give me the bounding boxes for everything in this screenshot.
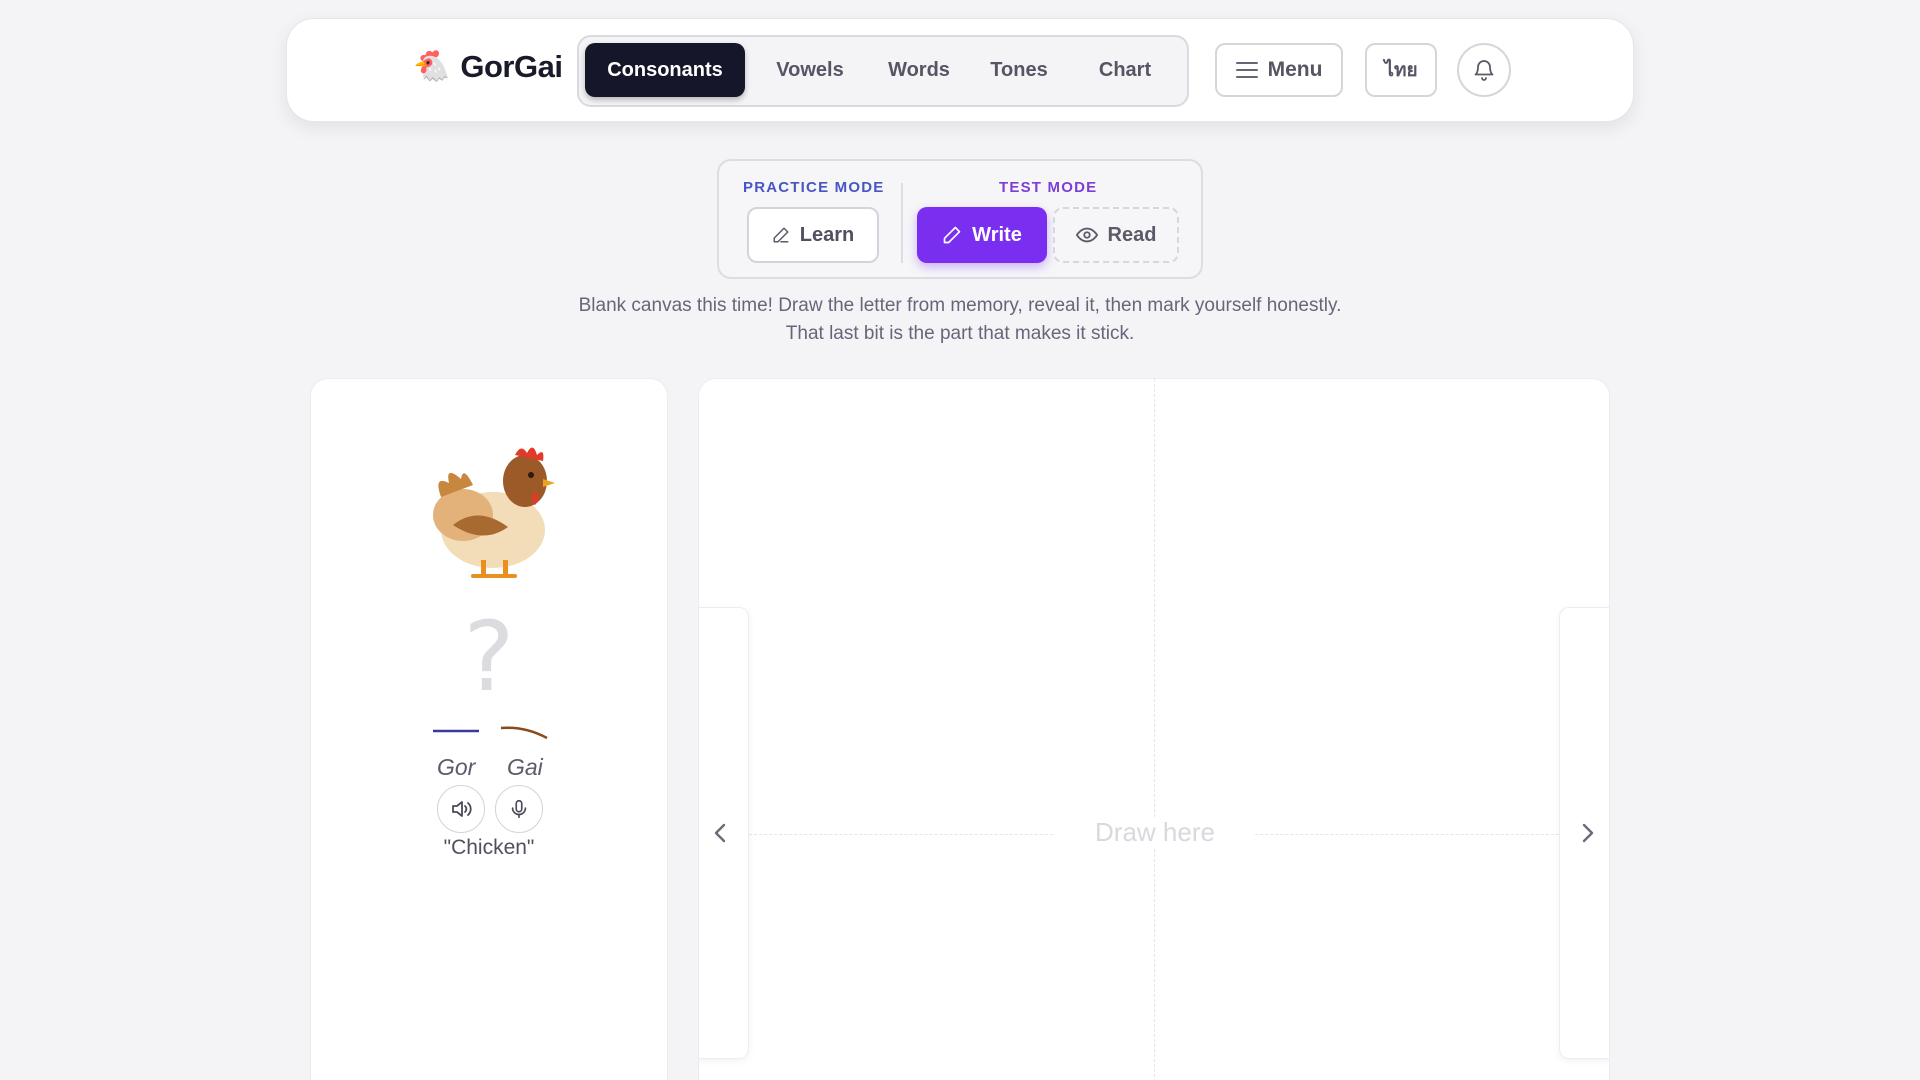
- chicken-logo-icon: 🐔: [413, 50, 451, 83]
- canvas-placeholder: Draw here: [1055, 817, 1255, 848]
- falling-tone-mark: [500, 726, 548, 740]
- next-letter-button[interactable]: [1559, 607, 1609, 1059]
- language-toggle-button[interactable]: ไทย: [1365, 43, 1437, 97]
- bell-icon: [1474, 60, 1494, 81]
- tab-chart[interactable]: Chart: [1075, 43, 1175, 97]
- top-navigation-bar: 🐔 GorGai Consonants Vowels Words Tones C…: [286, 18, 1634, 122]
- microphone-icon: [511, 799, 527, 819]
- write-mode-button[interactable]: Write: [917, 207, 1047, 263]
- tab-tones[interactable]: Tones: [973, 43, 1065, 97]
- read-mode-button[interactable]: Read: [1053, 207, 1179, 263]
- speaker-icon: [452, 801, 472, 817]
- syllable-gor: Gor: [437, 754, 476, 780]
- menu-label: Menu: [1267, 58, 1323, 81]
- learn-mode-button[interactable]: Learn: [747, 207, 879, 263]
- menu-button[interactable]: Menu: [1215, 43, 1343, 97]
- write-label: Write: [972, 223, 1022, 246]
- notifications-button[interactable]: [1457, 43, 1511, 97]
- test-mode-label: TEST MODE: [999, 179, 1098, 196]
- brand[interactable]: 🐔 GorGai: [413, 49, 563, 85]
- chevron-right-icon: [1582, 823, 1594, 843]
- vertical-guide-line: [1154, 379, 1155, 1080]
- instructions-text: Blank canvas this time! Draw the letter …: [578, 295, 1342, 344]
- practice-mode-label: PRACTICE MODE: [743, 179, 885, 196]
- main-nav-tabs: Consonants Vowels Words Tones Chart: [577, 35, 1189, 107]
- letter-info-card: ? Gor Gai "Chicken": [310, 378, 668, 1080]
- pencil-icon: [773, 227, 789, 243]
- read-label: Read: [1107, 223, 1157, 246]
- mode-divider: [901, 183, 903, 263]
- chevron-left-icon: [714, 823, 726, 843]
- syllable-gai: Gai: [507, 754, 543, 780]
- pronunciation-guide: Gor Gai: [311, 724, 667, 784]
- tab-vowels[interactable]: Vowels: [755, 43, 865, 97]
- tab-words[interactable]: Words: [873, 43, 965, 97]
- eye-icon: [1075, 227, 1098, 243]
- chicken-illustration: [433, 447, 555, 578]
- mode-selector: PRACTICE MODE TEST MODE Learn Write Read: [717, 159, 1203, 279]
- learn-label: Learn: [799, 223, 855, 246]
- meaning-text: "Chicken": [443, 836, 535, 859]
- play-audio-button[interactable]: [437, 785, 485, 833]
- record-voice-button[interactable]: [495, 785, 543, 833]
- brand-name: GorGai: [460, 49, 563, 84]
- mid-tone-mark: [433, 729, 479, 733]
- hidden-letter-placeholder: ?: [463, 601, 515, 713]
- tab-consonants[interactable]: Consonants: [585, 43, 745, 97]
- pencil-icon: [943, 226, 961, 244]
- drawing-canvas[interactable]: Draw here: [698, 378, 1610, 1080]
- previous-letter-button[interactable]: [699, 607, 749, 1059]
- menu-icon: [1235, 62, 1258, 78]
